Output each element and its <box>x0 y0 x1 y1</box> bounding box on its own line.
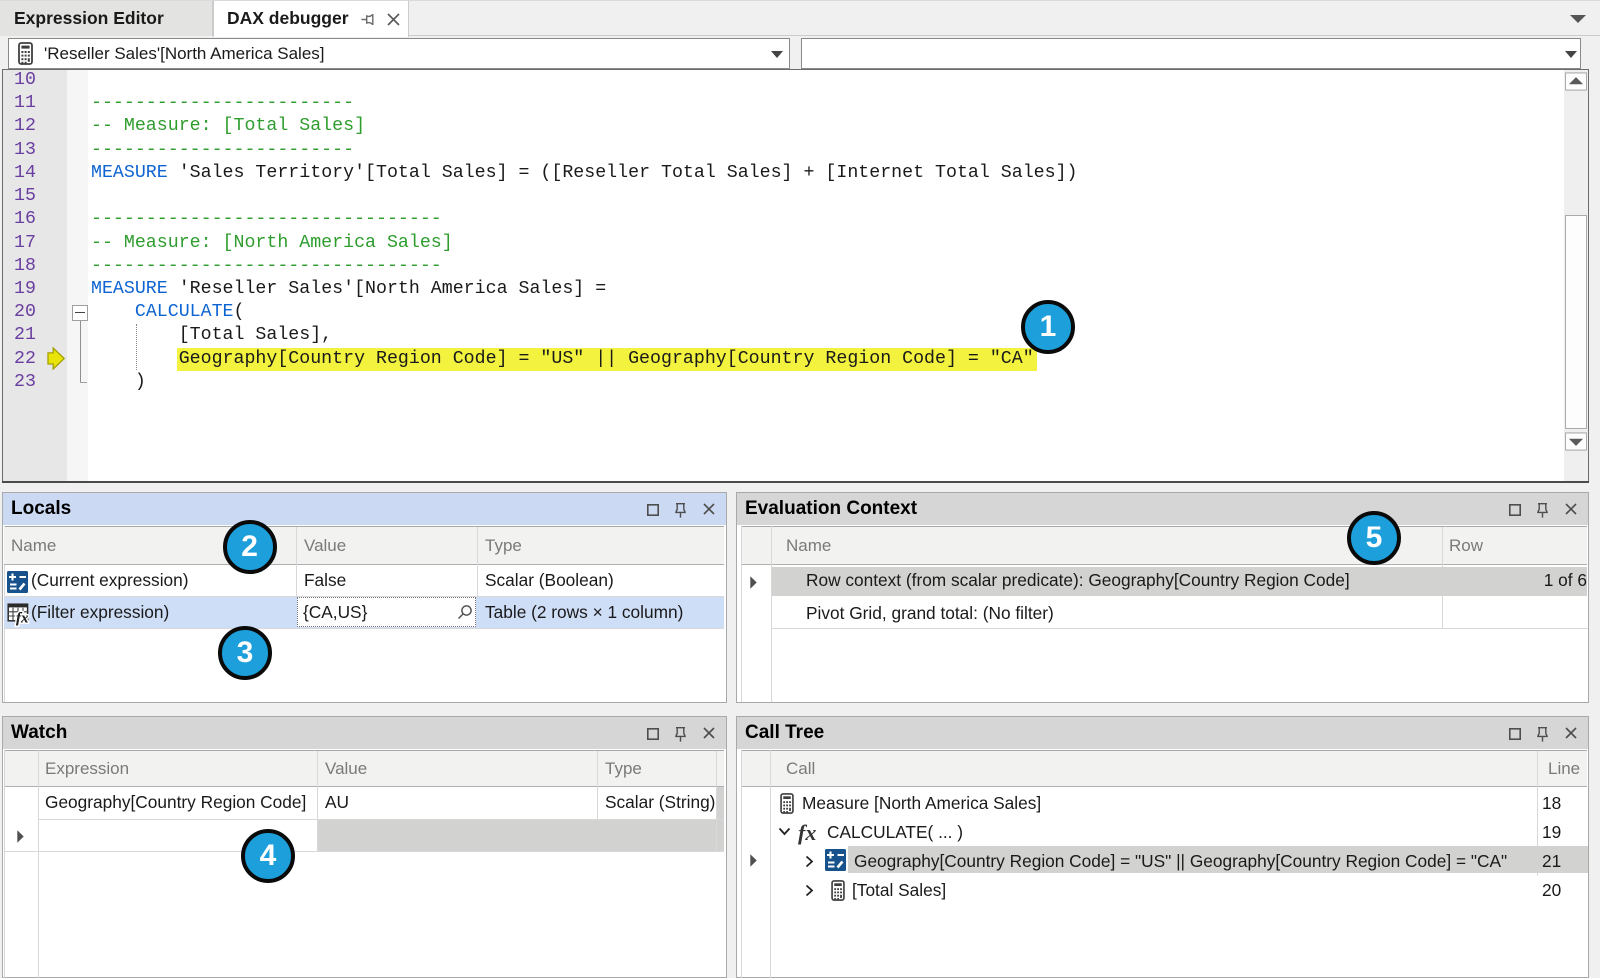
svg-text:fx: fx <box>16 611 29 627</box>
